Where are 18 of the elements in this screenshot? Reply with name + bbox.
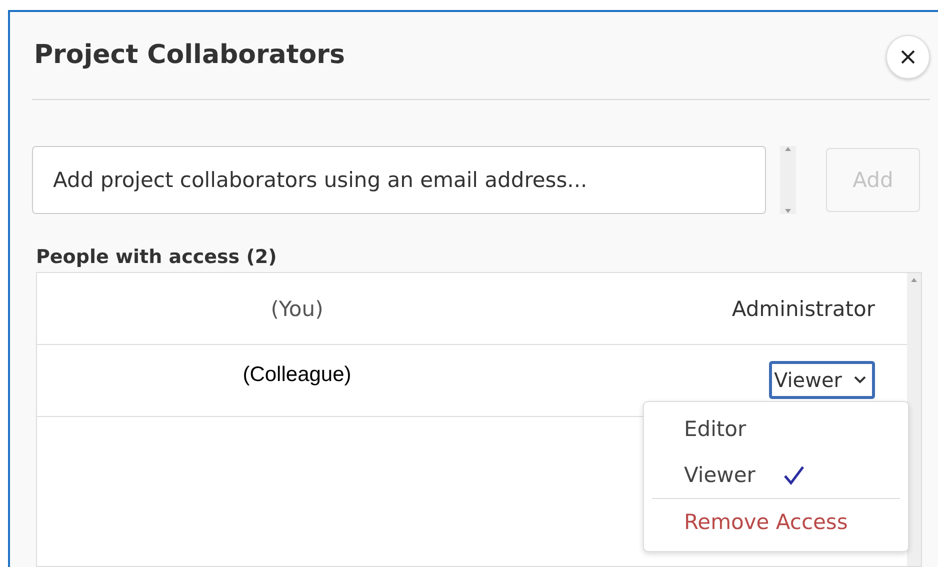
person-name: (Colleague) [242, 362, 352, 388]
menu-item[interactable]: Remove Access [652, 498, 900, 545]
scroll-up-icon[interactable] [910, 276, 918, 283]
menu-item[interactable]: Viewer [652, 452, 900, 498]
scrollbar[interactable] [780, 146, 796, 214]
person-name: (You) [270, 296, 324, 323]
caret-icon [854, 376, 866, 384]
scroll-up-icon[interactable] [784, 146, 792, 152]
menu-item[interactable]: Editor [652, 406, 900, 452]
close-icon [900, 49, 916, 66]
role-select[interactable]: Viewer [769, 360, 875, 399]
scrollbar[interactable] [907, 272, 921, 566]
dialog-title: Project Collaborators [34, 40, 345, 70]
section-heading: People with access (2) [36, 246, 278, 268]
scroll-down-icon[interactable] [784, 208, 792, 214]
close-button[interactable] [886, 35, 930, 80]
role-label: Administrator [732, 296, 875, 323]
email-input-field[interactable]: Add project collaborators using an email address... [32, 146, 766, 214]
